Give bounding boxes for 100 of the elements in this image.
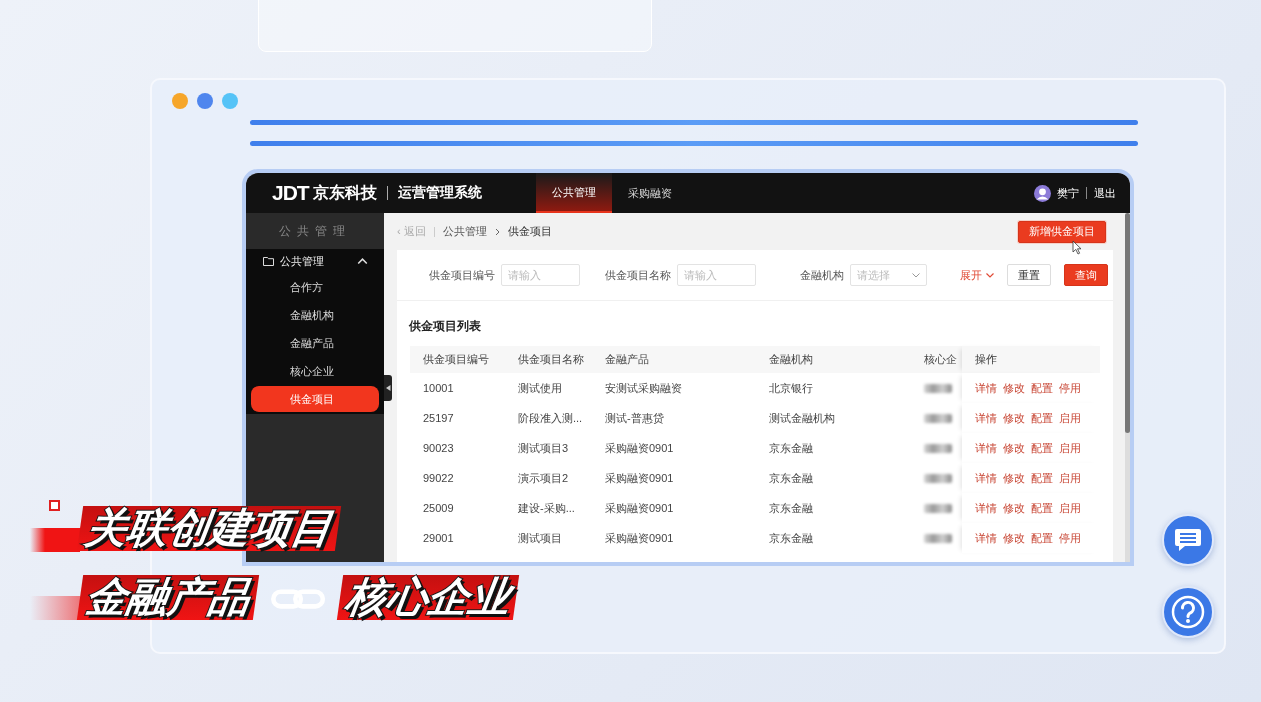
user-name: 樊宁 (1057, 185, 1079, 201)
column-header: 操作 (962, 346, 1100, 373)
table-cell-text: 测试金融机构 (768, 410, 836, 426)
table-cell-text: 测试项目3 (517, 440, 570, 456)
action-link[interactable]: 配置 (1031, 380, 1053, 396)
square-icon (49, 500, 60, 511)
action-link[interactable]: 修改 (1003, 500, 1025, 516)
action-link[interactable]: 停用 (1059, 530, 1081, 546)
nav-tab[interactable]: 采购融资 (612, 173, 688, 213)
table-cell-text: 采购融资0901 (604, 470, 675, 486)
sidebar-item[interactable]: 核心企业 (246, 357, 384, 385)
input-field[interactable]: 请输入 (677, 264, 756, 286)
chevron-icon (494, 227, 500, 236)
menu-group[interactable]: 公共管理 (246, 249, 384, 273)
blurred-text (924, 413, 952, 423)
nav-tab[interactable]: 公共管理 (536, 173, 612, 213)
breadcrumb-item[interactable]: 公共管理 (442, 224, 487, 239)
search-button[interactable]: 查询 (1064, 264, 1108, 286)
folder-icon (263, 256, 274, 266)
input-field[interactable]: 请输入 (501, 264, 580, 286)
sidebar-item[interactable]: 金融产品 (246, 329, 384, 357)
expand-link[interactable]: 展开 (960, 267, 994, 283)
action-link[interactable]: 修改 (1003, 470, 1025, 486)
table-cell-text: 25009 (422, 502, 455, 514)
table-title: 供金项目列表 (409, 318, 482, 335)
system-name: 运营管理系统 (397, 184, 482, 202)
sidebar-title: 公共管理 (278, 222, 352, 240)
logout-link[interactable]: 退出 (1094, 185, 1116, 201)
table-cell-text: 90023 (422, 442, 455, 454)
table-cell-text: 测试使用 (517, 380, 563, 396)
table-cell-text: 采购融资0901 (604, 530, 675, 546)
table-cell-text: 25197 (422, 412, 455, 424)
action-link[interactable]: 详情 (975, 470, 997, 486)
help-icon (1171, 595, 1205, 629)
column-header: 核心企 (923, 352, 958, 367)
column-header: 金融产品 (604, 352, 650, 367)
action-link[interactable]: 修改 (1003, 530, 1025, 546)
caption-band (30, 528, 80, 552)
chevron-down-icon (986, 272, 994, 278)
action-link[interactable]: 修改 (1003, 410, 1025, 426)
table-cell-text: 10001 (422, 382, 455, 394)
add-button[interactable]: 新增供金项目 (1018, 220, 1106, 243)
action-link[interactable]: 配置 (1031, 470, 1053, 486)
table-cell-text: 京东金融 (768, 440, 814, 456)
table-cell-text: 29001 (422, 532, 455, 544)
column-header: 供金项目名称 (517, 352, 585, 367)
action-link[interactable]: 配置 (1031, 500, 1053, 516)
table-cell-text: 演示项目2 (517, 470, 570, 486)
window-dot (172, 93, 188, 109)
caption-text: 金融产品 (76, 575, 260, 620)
reset-button[interactable]: 重置 (1007, 264, 1051, 286)
action-link[interactable]: 详情 (975, 440, 997, 456)
breadcrumb-item: 供金项目 (507, 224, 552, 239)
chat-icon (1174, 527, 1202, 553)
table-cell-text: 测试项目 (517, 530, 563, 546)
collapse-handle[interactable] (384, 375, 392, 401)
caption-text: 关联创建项目 (76, 506, 342, 551)
sidebar-item[interactable]: 供金项目 (251, 386, 379, 412)
action-link[interactable]: 修改 (1003, 380, 1025, 396)
action-link[interactable]: 配置 (1031, 530, 1053, 546)
action-link[interactable]: 详情 (975, 530, 997, 546)
logo-mark: JDT (272, 181, 309, 205)
window-dot (197, 93, 213, 109)
chevron-down-icon (912, 272, 920, 278)
caption-text: 核心企业 (336, 575, 520, 620)
scrollbar[interactable] (1125, 213, 1130, 562)
column-header: 金融机构 (768, 352, 814, 367)
action-link[interactable]: 修改 (1003, 440, 1025, 456)
action-link[interactable]: 配置 (1031, 410, 1053, 426)
action-link[interactable]: 启用 (1059, 470, 1081, 486)
action-link[interactable]: 停用 (1059, 380, 1081, 396)
logo-text: 京东科技 (312, 182, 377, 203)
action-link[interactable]: 详情 (975, 500, 997, 516)
window-dot (222, 93, 238, 109)
caption-band (30, 596, 80, 620)
action-link[interactable]: 配置 (1031, 440, 1053, 456)
table-cell-text: 北京银行 (768, 380, 814, 396)
blurred-text (924, 533, 952, 543)
action-link[interactable]: 启用 (1059, 410, 1081, 426)
sidebar-item[interactable]: 合作方 (246, 273, 384, 301)
filter-label: 供金项目编号 (429, 267, 495, 283)
action-link[interactable]: 详情 (975, 410, 997, 426)
table-cell-text: 京东金融 (768, 500, 814, 516)
column-header: 供金项目编号 (422, 352, 490, 367)
blurred-text (924, 503, 952, 513)
blurred-text (924, 383, 952, 393)
sidebar-item[interactable]: 金融机构 (246, 301, 384, 329)
blurred-text (924, 473, 952, 483)
blurred-text (924, 443, 952, 453)
table-cell-text: 99022 (422, 472, 455, 484)
table-cell-text: 采购融资0901 (604, 500, 675, 516)
filter-label: 供金项目名称 (605, 267, 671, 283)
table-cell-text: 安测试采购融资 (604, 380, 683, 396)
menu-group-label: 公共管理 (280, 253, 324, 269)
table-cell-text: 测试-普惠贷 (604, 410, 665, 426)
table-cell-text: 京东金融 (768, 470, 814, 486)
action-link[interactable]: 详情 (975, 380, 997, 396)
action-link[interactable]: 启用 (1059, 440, 1081, 456)
avatar-icon (1034, 184, 1051, 202)
action-link[interactable]: 启用 (1059, 500, 1081, 516)
